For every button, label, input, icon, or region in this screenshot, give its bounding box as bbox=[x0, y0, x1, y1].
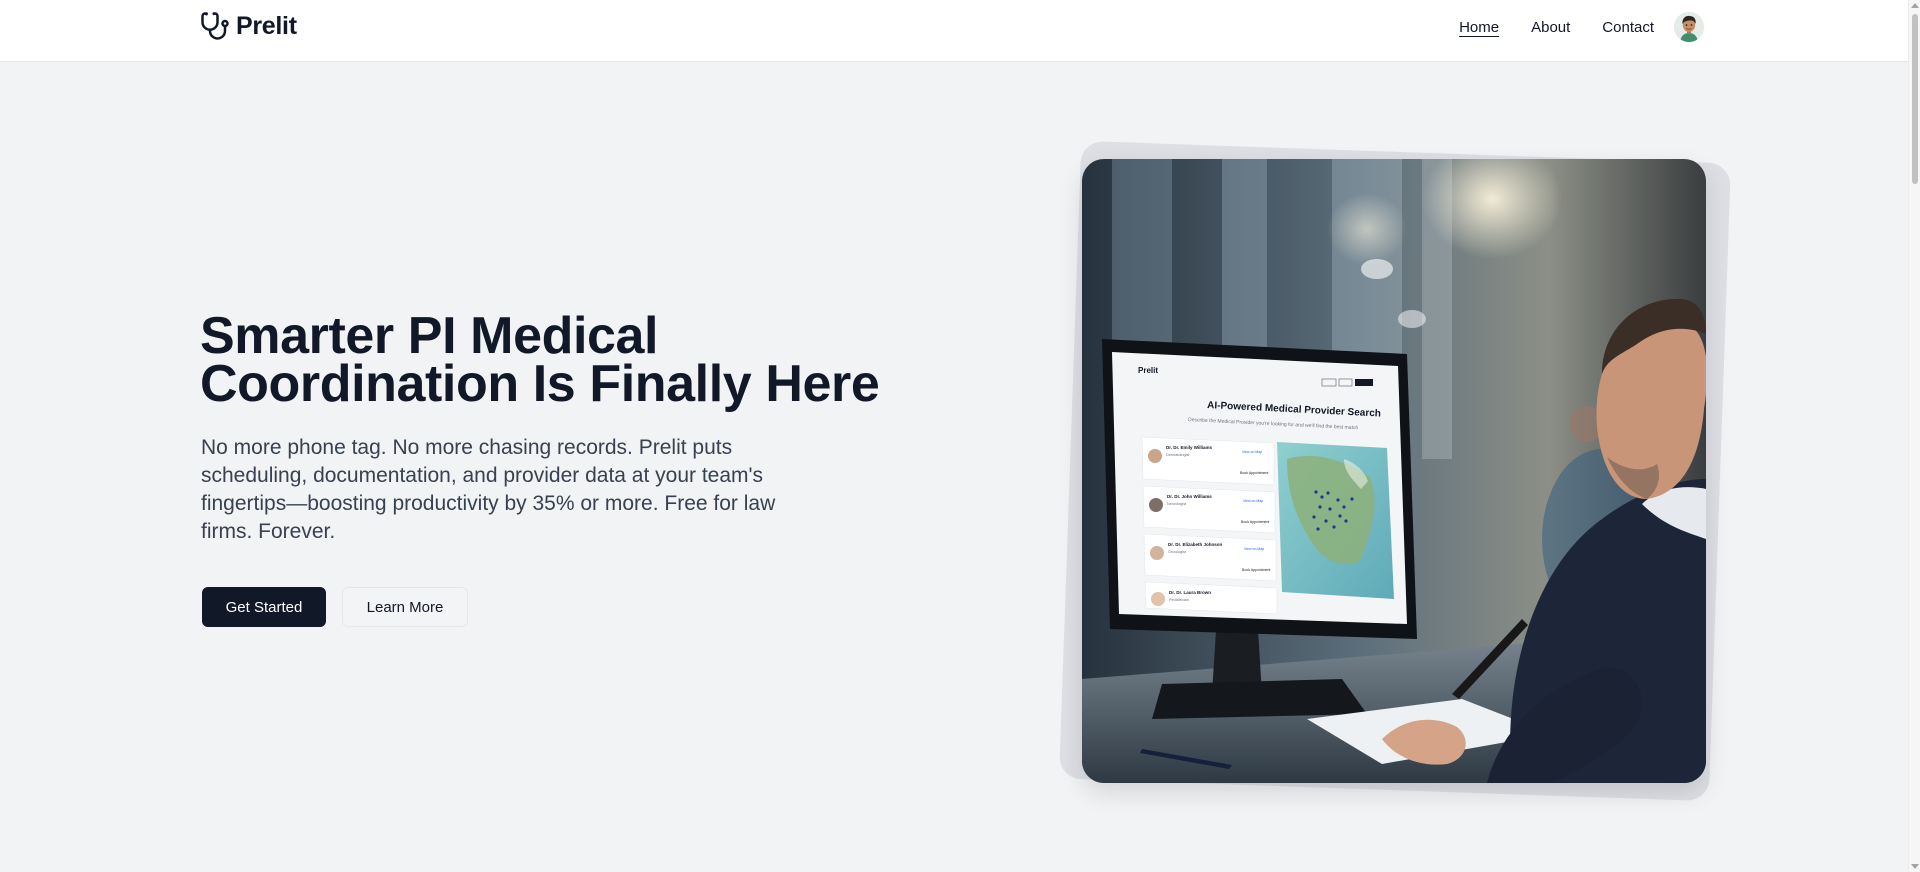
svg-text:Pediatrician: Pediatrician bbox=[1169, 598, 1189, 602]
svg-text:View on Map: View on Map bbox=[1243, 499, 1263, 503]
user-avatar[interactable] bbox=[1674, 12, 1704, 42]
svg-text:Oncologist: Oncologist bbox=[1168, 550, 1187, 554]
avatar-person-icon bbox=[1674, 12, 1704, 42]
stethoscope-icon bbox=[201, 12, 229, 40]
svg-text:View on Map: View on Map bbox=[1242, 450, 1262, 454]
nav-home[interactable]: Home bbox=[1459, 19, 1499, 36]
svg-text:Book Appointment: Book Appointment bbox=[1240, 471, 1268, 475]
learn-more-button[interactable]: Learn More bbox=[342, 587, 468, 627]
get-started-button[interactable]: Get Started bbox=[202, 587, 326, 627]
main-nav: Home About Contact bbox=[1427, 12, 1704, 42]
svg-text:Neurologist: Neurologist bbox=[1167, 502, 1187, 506]
screen-brand: Prelit bbox=[1138, 366, 1158, 375]
svg-text:Book Appointment: Book Appointment bbox=[1242, 568, 1270, 572]
svg-text:Dr. Dr. Emily Williams: Dr. Dr. Emily Williams bbox=[1166, 445, 1212, 450]
screen-provider-card: Dr. Dr. Elizabeth Johnson Oncologist Vie… bbox=[1143, 533, 1277, 582]
brand-name: Prelit bbox=[236, 11, 297, 40]
svg-text:View on Map: View on Map bbox=[1244, 547, 1264, 551]
brand-logo-link[interactable]: Prelit bbox=[200, 11, 297, 41]
scrollbar-thumb[interactable] bbox=[1912, 14, 1918, 184]
svg-text:Dr. Dr. John Williams: Dr. Dr. John Williams bbox=[1167, 494, 1212, 499]
hero-headline: Smarter PI Medical Coordination Is Final… bbox=[200, 310, 960, 410]
scroll-up-arrow-icon[interactable] bbox=[1911, 3, 1919, 8]
office-illustration: Prelit AI-Powered Medical Provider Searc… bbox=[1082, 159, 1706, 783]
hero-headline-line2: Coordination Is Finally Here bbox=[200, 355, 880, 413]
nav-about[interactable]: About bbox=[1531, 19, 1570, 36]
svg-text:Book Appointment: Book Appointment bbox=[1241, 520, 1269, 524]
hero-subtext: No more phone tag. No more chasing recor… bbox=[201, 436, 776, 543]
svg-text:Dr. Dr. Elizabeth Johnson: Dr. Dr. Elizabeth Johnson bbox=[1168, 542, 1223, 547]
screen-provider-card: Dr. Dr. John Williams Neurologist View o… bbox=[1142, 485, 1276, 534]
svg-text:Dr. Dr. Laura Brown: Dr. Dr. Laura Brown bbox=[1169, 590, 1211, 595]
page-scrollbar[interactable] bbox=[1908, 0, 1920, 872]
scroll-down-arrow-icon[interactable] bbox=[1911, 864, 1919, 869]
hero-image: Prelit AI-Powered Medical Provider Searc… bbox=[1082, 159, 1706, 783]
nav-contact[interactable]: Contact bbox=[1602, 19, 1654, 36]
screen-provider-card: Dr. Dr. Emily Williams Dermatologist Vie… bbox=[1141, 436, 1275, 486]
site-header: Prelit Home About Contact bbox=[0, 0, 1908, 62]
svg-text:Dermatologist: Dermatologist bbox=[1166, 453, 1190, 457]
